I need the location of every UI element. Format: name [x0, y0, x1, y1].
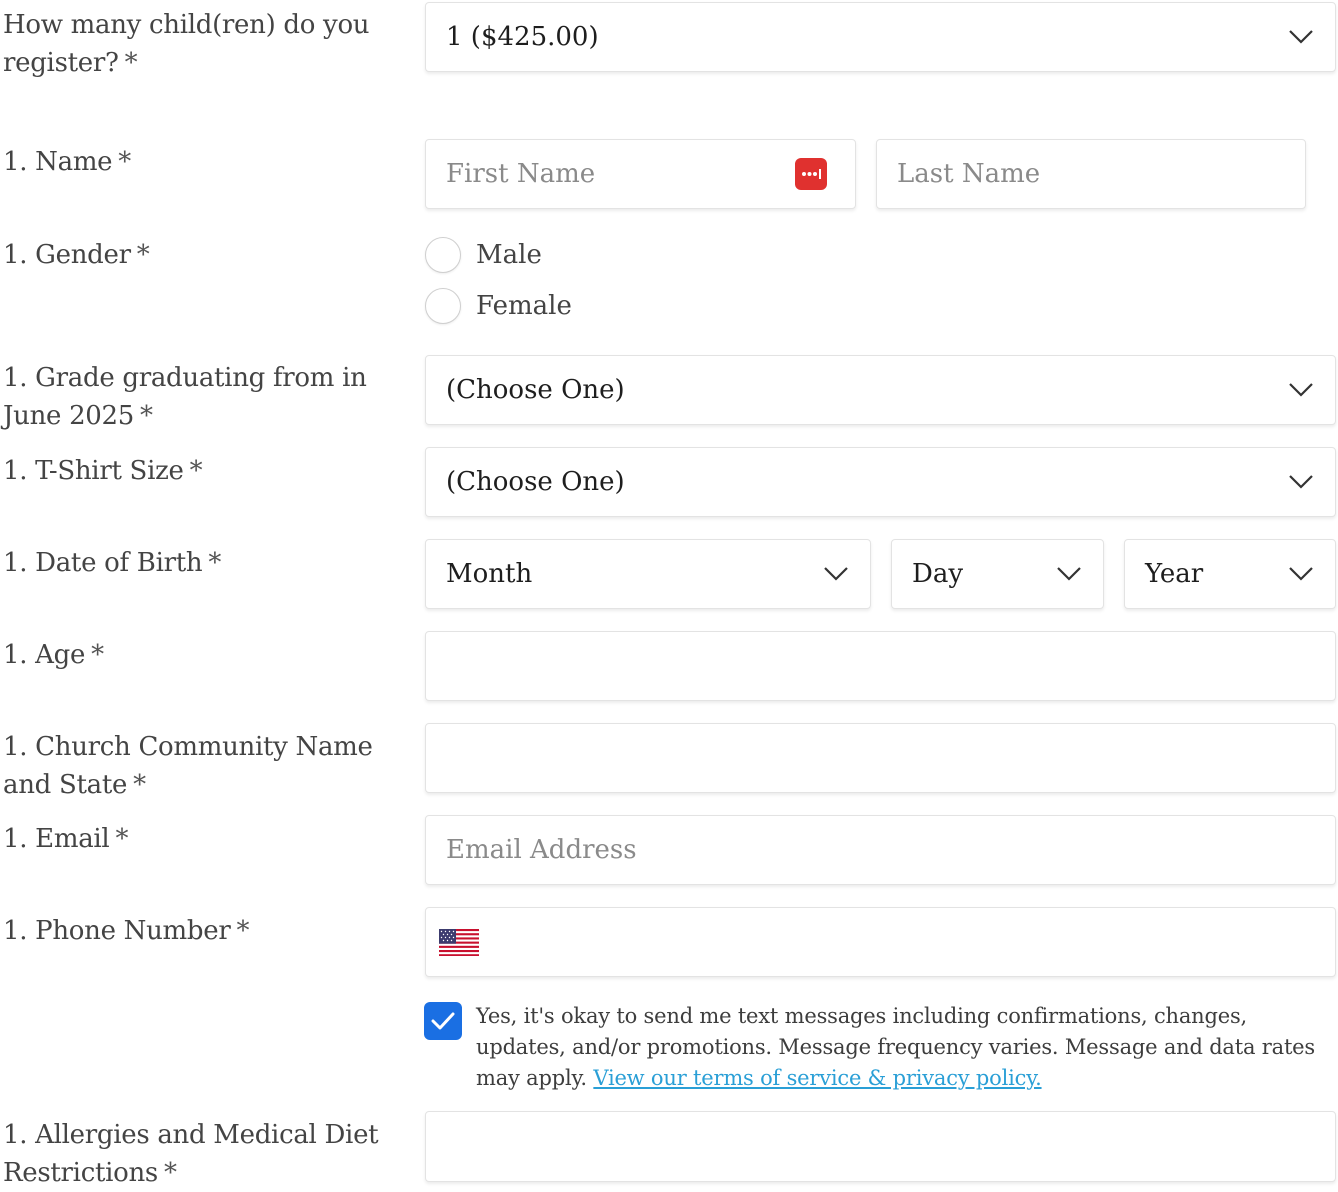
- gender-female-radio[interactable]: [425, 288, 461, 324]
- grade-select[interactable]: (Choose One): [425, 355, 1336, 425]
- allergies-label-line2: Restrictions: [3, 1158, 158, 1188]
- grade-label-line1: 1. Grade graduating from in: [3, 363, 367, 393]
- required-asterisk: *: [115, 824, 129, 854]
- phone-input[interactable]: [425, 907, 1336, 977]
- children-count-label-line2: register?: [3, 48, 119, 78]
- dob-label-text: 1. Date of Birth: [3, 548, 203, 578]
- password-manager-icon[interactable]: [795, 158, 827, 190]
- chevron-down-icon: [1289, 567, 1313, 581]
- sms-consent-text-block: Yes, it's okay to send me text messages …: [476, 1001, 1326, 1094]
- email-field[interactable]: Email Address: [425, 815, 1336, 885]
- tshirt-value: (Choose One): [446, 467, 625, 497]
- dob-label: 1. Date of Birth *: [3, 544, 221, 582]
- required-asterisk: *: [208, 548, 222, 578]
- age-label: 1. Age *: [3, 636, 104, 674]
- required-asterisk: *: [236, 916, 250, 946]
- us-flag-icon[interactable]: [439, 929, 479, 956]
- chevron-down-icon: [1057, 567, 1081, 581]
- chevron-down-icon: [1289, 383, 1313, 397]
- chevron-down-icon: [824, 567, 848, 581]
- required-asterisk: *: [124, 48, 138, 78]
- age-input[interactable]: [425, 631, 1336, 701]
- church-label-line2: and State: [3, 770, 128, 800]
- dob-day-select[interactable]: Day: [891, 539, 1104, 609]
- email-label: 1. Email *: [3, 820, 128, 858]
- required-asterisk: *: [91, 640, 104, 670]
- chevron-down-icon: [1289, 30, 1313, 44]
- checkmark-icon: [431, 1012, 455, 1030]
- gender-label-text: 1. Gender: [3, 240, 131, 270]
- gender-label: 1. Gender *: [3, 236, 150, 274]
- name-label: 1. Name *: [3, 143, 131, 181]
- last-name-input[interactable]: Last Name: [876, 139, 1306, 209]
- phone-label: 1. Phone Number *: [3, 912, 249, 950]
- church-label: 1. Church Community Name and State *: [3, 728, 373, 804]
- grade-label: 1. Grade graduating from in June 2025 *: [3, 359, 367, 435]
- allergies-label: 1. Allergies and Medical Diet Restrictio…: [3, 1116, 379, 1192]
- required-asterisk: *: [189, 456, 203, 486]
- church-label-line1: 1. Church Community Name: [3, 732, 373, 762]
- gender-female-label[interactable]: Female: [476, 288, 572, 324]
- dob-year-value: Year: [1145, 559, 1204, 589]
- first-name-placeholder: First Name: [446, 159, 596, 189]
- email-label-text: 1. Email: [3, 824, 110, 854]
- required-asterisk: *: [136, 240, 150, 270]
- children-count-value: 1 ($425.00): [446, 22, 599, 52]
- tshirt-label-text: 1. T-Shirt Size: [3, 456, 184, 486]
- sms-consent-checkbox[interactable]: [424, 1002, 462, 1040]
- gender-male-radio[interactable]: [425, 237, 461, 273]
- tshirt-label: 1. T-Shirt Size *: [3, 452, 203, 490]
- chevron-down-icon: [1289, 475, 1313, 489]
- required-asterisk: *: [118, 147, 131, 177]
- first-name-input[interactable]: First Name: [425, 139, 856, 209]
- grade-value: (Choose One): [446, 375, 625, 405]
- grade-label-line2: June 2025: [3, 401, 135, 431]
- children-count-label: How many child(ren) do you register? *: [3, 6, 370, 82]
- email-placeholder: Email Address: [446, 835, 637, 865]
- children-count-label-line1: How many child(ren) do you: [3, 10, 370, 40]
- dob-year-select[interactable]: Year: [1124, 539, 1336, 609]
- gender-male-label[interactable]: Male: [476, 237, 542, 273]
- age-label-text: 1. Age: [3, 640, 86, 670]
- children-count-select[interactable]: 1 ($425.00): [425, 2, 1336, 72]
- allergies-label-line1: 1. Allergies and Medical Diet: [3, 1120, 379, 1150]
- church-input[interactable]: [425, 723, 1336, 793]
- dob-day-value: Day: [912, 559, 964, 589]
- terms-privacy-link[interactable]: View our terms of service & privacy poli…: [593, 1066, 1041, 1090]
- last-name-placeholder: Last Name: [897, 159, 1041, 189]
- dob-month-value: Month: [446, 559, 533, 589]
- dob-month-select[interactable]: Month: [425, 539, 871, 609]
- name-label-text: 1. Name: [3, 147, 113, 177]
- tshirt-select[interactable]: (Choose One): [425, 447, 1336, 517]
- required-asterisk: *: [163, 1158, 177, 1188]
- required-asterisk: *: [133, 770, 146, 800]
- phone-label-text: 1. Phone Number: [3, 916, 231, 946]
- allergies-input[interactable]: [425, 1111, 1336, 1182]
- required-asterisk: *: [140, 401, 153, 431]
